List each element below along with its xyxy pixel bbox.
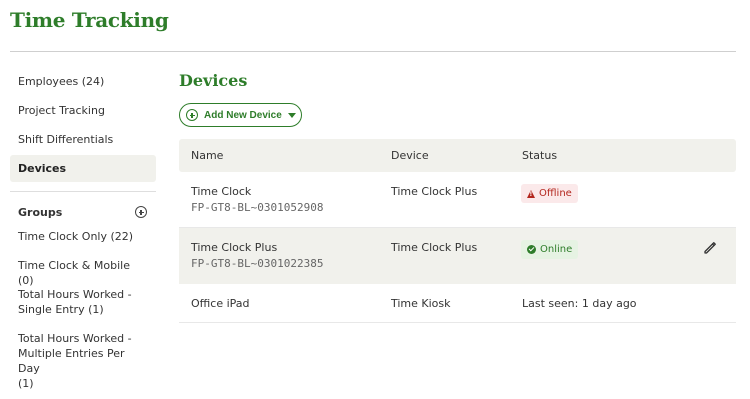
sidebar-item-project-tracking[interactable]: Project Tracking <box>10 97 156 124</box>
group-item-time-clock-mobile[interactable]: Time Clock & Mobile (0) <box>10 255 156 287</box>
caret-down-icon <box>287 113 296 118</box>
sidebar-item-shift-differentials[interactable]: Shift Differentials <box>10 126 156 153</box>
device-serial: FP-GT8-BL~0301052908 <box>191 201 324 214</box>
table-header: Name Device Status <box>179 139 736 172</box>
sidebar: Employees (24) Project Tracking Shift Di… <box>10 68 156 390</box>
sidebar-item-devices[interactable]: Devices <box>10 155 156 182</box>
group-item-label: Total Hours Worked - <box>18 332 132 345</box>
device-name: Office iPad <box>191 297 250 310</box>
column-header-status: Status <box>522 149 558 162</box>
group-item-label: Time Clock & Mobile (0) <box>18 259 130 287</box>
group-item-label: Total Hours Worked - <box>18 288 132 301</box>
table-row[interactable]: Time Clock Plus FP-GT8-BL~0301022385 Tim… <box>179 228 736 284</box>
device-type: Time Clock Plus <box>391 185 478 198</box>
groups-header: Groups <box>10 200 156 226</box>
device-type: Time Clock Plus <box>391 241 478 254</box>
group-item-label-cont: Single Entry (1) <box>18 303 104 316</box>
group-item-single-entry[interactable]: Total Hours Worked - Single Entry (1) <box>10 284 156 328</box>
group-item-label: Time Clock Only (22) <box>18 230 134 243</box>
group-item-label-cont: (1) <box>18 377 34 390</box>
status-badge-offline: Offline <box>521 184 578 203</box>
table-row[interactable]: Time Clock FP-GT8-BL~0301052908 Time Clo… <box>179 172 736 228</box>
warning-icon <box>527 189 535 198</box>
page-title: Time Tracking <box>10 8 169 32</box>
check-circle-icon <box>527 245 536 254</box>
group-item-time-clock-only[interactable]: Time Clock Only (22) <box>10 226 156 255</box>
add-group-icon[interactable] <box>135 206 147 218</box>
add-new-device-label: Add New Device <box>204 109 282 121</box>
add-new-device-button[interactable]: Add New Device <box>179 103 302 127</box>
status-badge-online: Online <box>521 240 579 259</box>
device-type: Time Kiosk <box>391 297 451 310</box>
status-label: Online <box>540 244 573 255</box>
device-name: Time Clock Plus <box>191 241 278 254</box>
main-content: Devices Add New Device Name Device Statu… <box>179 68 736 323</box>
pencil-icon[interactable] <box>702 240 718 256</box>
devices-table: Name Device Status Time Clock FP-GT8-BL~… <box>179 139 736 323</box>
group-item-label-cont: Multiple Entries Per Day <box>18 347 125 375</box>
status-last-seen: Last seen: 1 day ago <box>522 297 637 310</box>
group-item-multiple-entries[interactable]: Total Hours Worked - Multiple Entries Pe… <box>10 328 156 390</box>
column-header-name: Name <box>191 149 224 162</box>
device-serial: FP-GT8-BL~0301022385 <box>191 257 324 270</box>
plus-circle-icon <box>186 109 198 121</box>
header-divider <box>10 51 736 52</box>
table-row[interactable]: Office iPad Time Kiosk Last seen: 1 day … <box>179 284 736 323</box>
device-name: Time Clock <box>191 185 252 198</box>
sidebar-item-employees[interactable]: Employees (24) <box>10 68 156 95</box>
groups-title: Groups <box>18 206 63 219</box>
status-label: Offline <box>539 188 572 199</box>
sidebar-divider <box>10 191 156 192</box>
section-title: Devices <box>179 71 248 90</box>
column-header-device: Device <box>391 149 429 162</box>
